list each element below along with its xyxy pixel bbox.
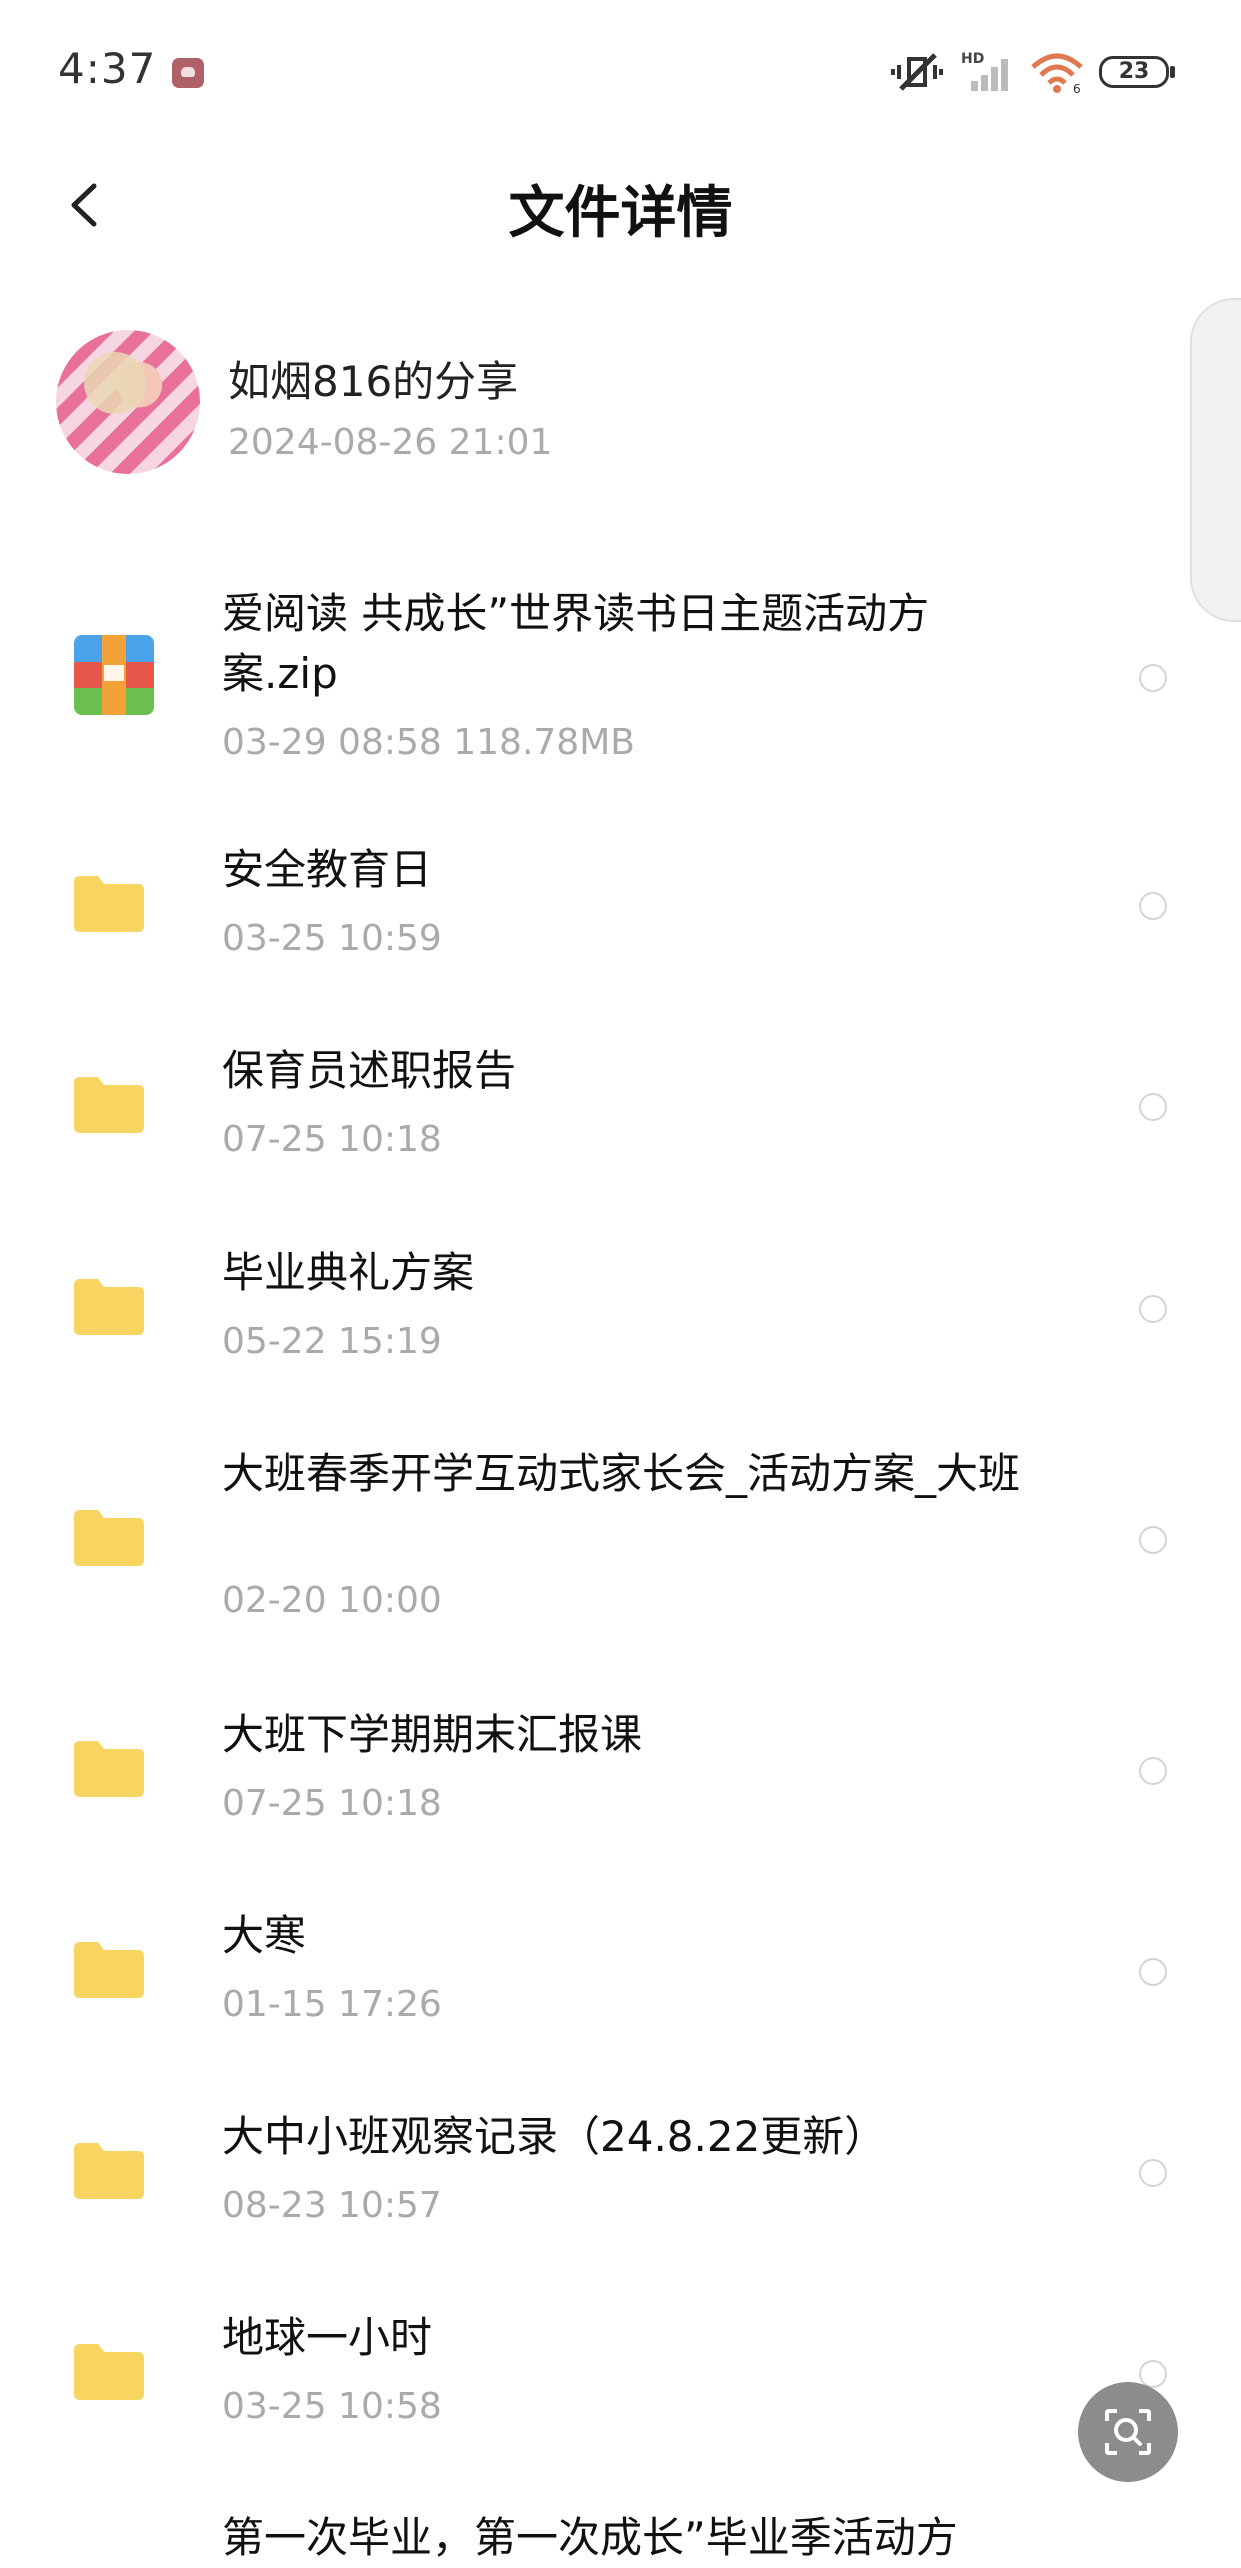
- page-title: 文件详情: [508, 181, 733, 246]
- file-name: 地球一小时: [222, 2313, 433, 2362]
- vibrate-mute-icon: [891, 53, 943, 91]
- file-name: 保育员述职报告: [222, 1046, 517, 1095]
- folder-icon: [74, 1279, 144, 1335]
- file-name: 大班下学期期末汇报课: [222, 1710, 643, 1759]
- wifi-icon: 6: [1031, 53, 1083, 95]
- status-time: 4:37: [58, 44, 157, 93]
- folder-icon: [74, 876, 144, 932]
- select-checkbox[interactable]: [1139, 1526, 1167, 1554]
- scan-search-icon: [1105, 2409, 1151, 2455]
- file-meta: 03-25 10:59: [222, 918, 442, 959]
- zip-archive-icon: [74, 635, 154, 715]
- folder-icon: [74, 1077, 144, 1133]
- file-name: 第一次毕业，第一次成长”毕业季活动方: [222, 2513, 958, 2562]
- file-name: 爱阅读 共成长”世界读书日主题活动方案.zip: [222, 589, 930, 698]
- file-name: 大班春季开学互动式家长会_活动方案_大班: [222, 1449, 1021, 1498]
- select-checkbox[interactable]: [1139, 1757, 1167, 1785]
- file-name: 安全教育日: [222, 845, 433, 894]
- avatar[interactable]: [56, 330, 200, 474]
- file-name: 大中小班观察记录（24.8.22更新）: [222, 2112, 887, 2161]
- folder-icon: [74, 1510, 144, 1566]
- side-panel-handle[interactable]: [1190, 298, 1241, 622]
- cloud-notification-icon: [172, 58, 204, 88]
- signal-icon: HD: [961, 51, 1008, 91]
- file-name: 毕业典礼方案: [222, 1248, 475, 1297]
- folder-icon: [74, 1942, 144, 1998]
- folder-icon: [74, 2143, 144, 2199]
- file-meta: 02-20 10:00: [222, 1580, 442, 1621]
- file-meta: 08-23 10:57: [222, 2185, 442, 2226]
- battery-icon: 23: [1099, 56, 1175, 88]
- file-meta: 01-15 17:26: [222, 1984, 442, 2025]
- select-checkbox[interactable]: [1139, 892, 1167, 920]
- svg-text:HD: HD: [961, 51, 984, 67]
- select-checkbox[interactable]: [1139, 1958, 1167, 1986]
- file-meta: 07-25 10:18: [222, 1119, 442, 1160]
- scan-search-button[interactable]: [1078, 2382, 1178, 2482]
- folder-icon: [74, 1741, 144, 1797]
- file-meta: 03-25 10:58: [222, 2386, 442, 2427]
- file-meta: 05-22 15:19: [222, 1321, 442, 1362]
- file-meta: 07-25 10:18: [222, 1783, 442, 1824]
- sharer-name: 如烟816的分享: [228, 357, 519, 406]
- status-icons: HD 6 23: [889, 44, 1175, 100]
- folder-icon: [74, 2344, 144, 2400]
- select-checkbox[interactable]: [1139, 1093, 1167, 1121]
- select-checkbox[interactable]: [1139, 2159, 1167, 2187]
- select-checkbox[interactable]: [1139, 1295, 1167, 1323]
- select-checkbox[interactable]: [1139, 664, 1167, 692]
- file-meta: 03-29 08:58 118.78MB: [222, 722, 635, 763]
- svg-text:6: 6: [1073, 82, 1081, 95]
- file-name: 大寒: [222, 1911, 307, 1960]
- share-date: 2024-08-26 21:01: [228, 422, 553, 463]
